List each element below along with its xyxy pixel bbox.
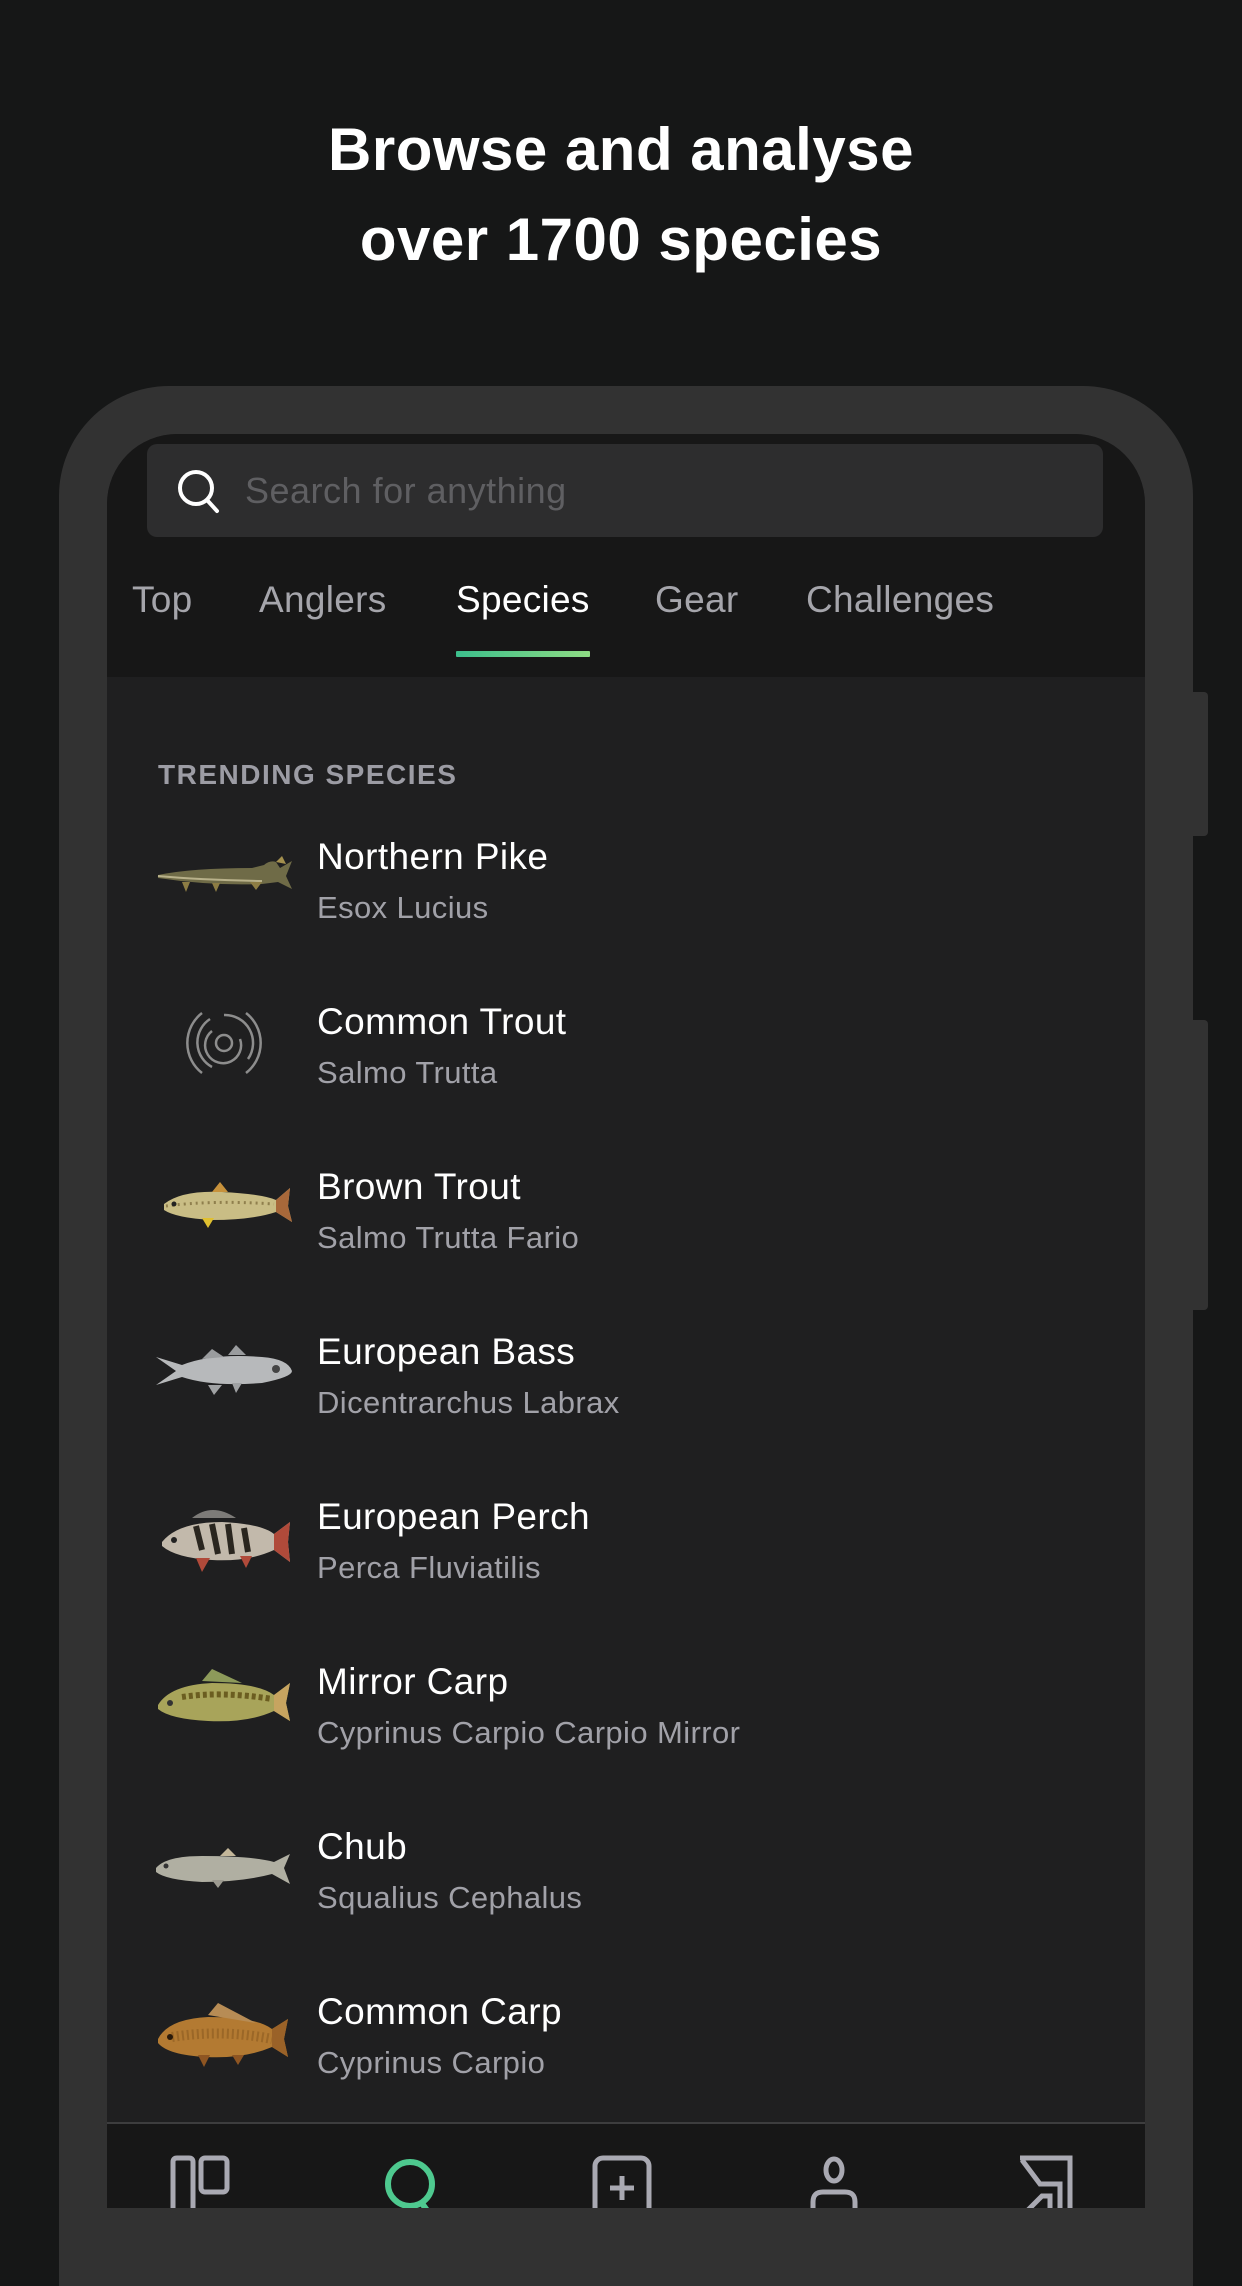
app-screen: Search for anything Top Anglers Species … [107,434,1145,2208]
species-list-item[interactable]: Mirror Carp Cyprinus Carpio Carpio Mirro… [107,1649,1145,1814]
profile-icon[interactable] [799,2154,869,2208]
add-catch-icon[interactable] [587,2154,657,2208]
species-name: Chub [317,1826,408,1867]
species-list-item[interactable]: Brown Trout Salmo Trutta Fario [107,1154,1145,1319]
map-icon[interactable] [1012,2154,1082,2208]
placeholder-ripple-icon [186,1012,262,1074]
search-header: Search for anything Top Anglers Species … [107,434,1145,677]
species-scientific-name: Squalius Cephalus [317,1880,583,1915]
search-icon [178,469,219,513]
section-title: TRENDING SPECIES [158,759,458,790]
feed-icon[interactable] [167,2154,237,2208]
species-name: European Perch [317,1496,591,1537]
common-carp-fish-image [158,2003,288,2067]
bass-fish-image [156,1345,292,1395]
search-input[interactable]: Search for anything [147,444,1103,537]
species-name: Northern Pike [317,836,549,877]
species-list-item[interactable]: Common Trout Salmo Trutta [107,989,1145,1154]
tab-anglers[interactable]: Anglers [259,579,387,621]
species-scientific-name: Esox Lucius [317,890,489,925]
species-scientific-name: Cyprinus Carpio Carpio Mirror [317,1715,741,1750]
tab-label: Challenges [806,579,995,620]
species-list-item[interactable]: Common Carp Cyprinus Carpio [107,1979,1145,2144]
species-scientific-name: Cyprinus Carpio [317,2045,546,2080]
tab-species[interactable]: Species [456,579,590,657]
species-name: Brown Trout [317,1166,521,1207]
brown-trout-fish-image [164,1182,292,1228]
active-tab-indicator [456,651,590,657]
tab-gear[interactable]: Gear [655,579,738,621]
tab-challenges[interactable]: Challenges [806,579,994,621]
phone-side-button-power [1190,692,1208,836]
phone-side-button-volume [1190,1020,1208,1310]
search-placeholder: Search for anything [245,469,567,511]
species-scientific-name: Dicentrarchus Labrax [317,1385,620,1420]
species-list-item[interactable]: European Perch Perca Fluviatilis [107,1484,1145,1649]
chub-fish-image [156,1848,290,1888]
category-tabs: Top Anglers Species Gear Challenges [107,579,1145,659]
headline-line-2: over 1700 species [359,206,883,273]
bottom-navigation [107,2122,1145,2208]
species-name: European Bass [317,1331,576,1372]
species-scientific-name: Salmo Trutta Fario [317,1220,580,1255]
species-name: Common Carp [317,1991,562,2032]
tab-label: Anglers [259,579,387,620]
species-name: Common Trout [317,1001,567,1042]
perch-fish-image [162,1510,290,1572]
headline-line-1: Browse and analyse [328,116,914,183]
tab-label: Gear [655,579,739,620]
species-list-item[interactable]: European Bass Dicentrarchus Labrax [107,1319,1145,1484]
pike-fish-image [157,856,292,892]
tab-label: Top [132,579,193,620]
marketing-headline: Browse and analyse over 1700 species [0,105,1242,285]
tab-top[interactable]: Top [132,579,193,621]
species-scientific-name: Perca Fluviatilis [317,1550,541,1585]
search-icon[interactable] [375,2154,445,2208]
species-scientific-name: Salmo Trutta [317,1055,498,1090]
tab-label: Species [456,579,590,620]
species-name: Mirror Carp [317,1661,509,1702]
mirror-carp-fish-image [158,1669,290,1722]
species-list-item[interactable]: Northern Pike Esox Lucius [107,824,1145,989]
species-list-item[interactable]: Chub Squalius Cephalus [107,1814,1145,1979]
